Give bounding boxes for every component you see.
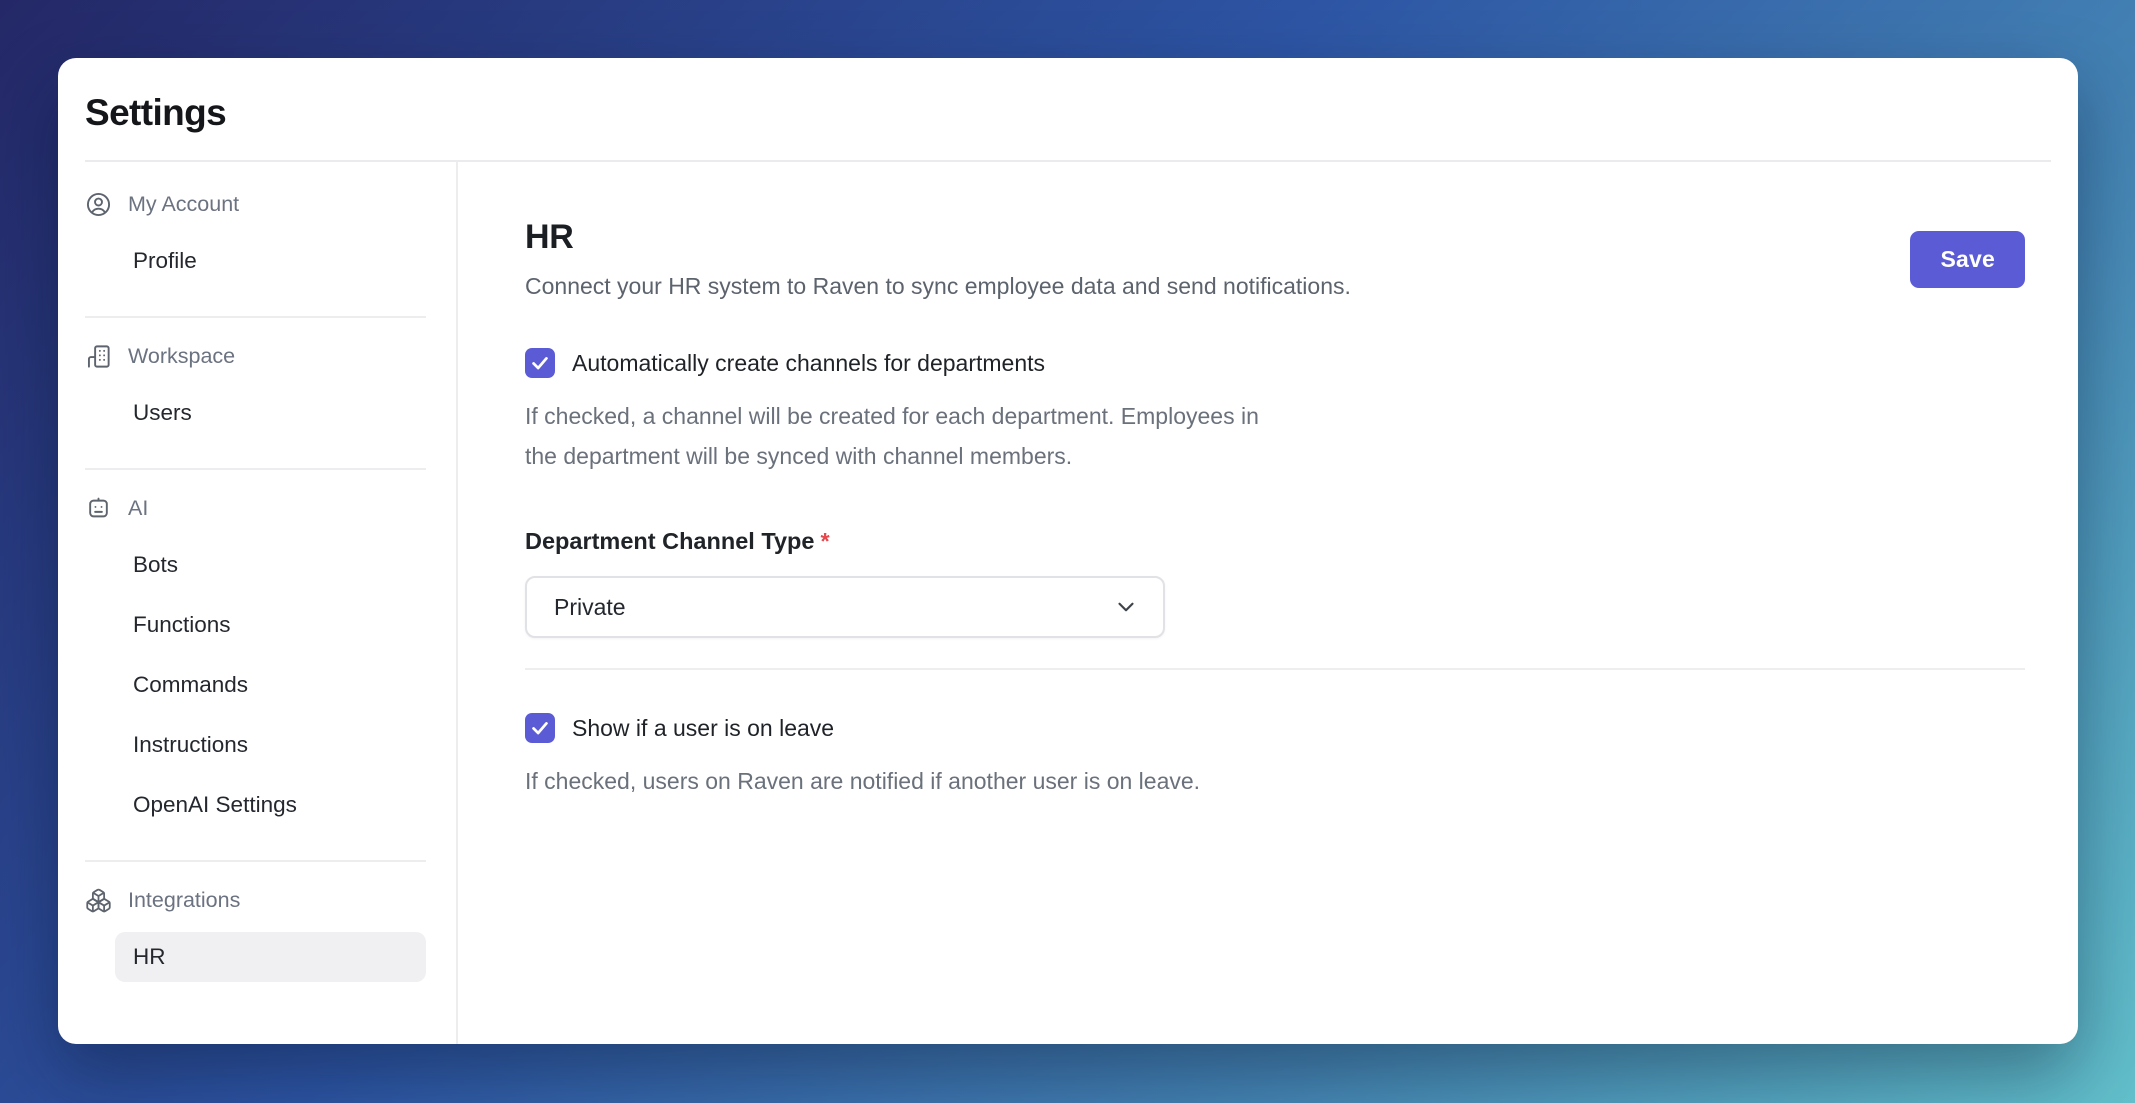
department-channel-type-select[interactable]: Private (525, 576, 1165, 638)
checkbox-help-text: If checked, a channel will be created fo… (525, 396, 2025, 476)
sidebar-section-label: AI (128, 495, 149, 520)
sidebar-item-label: OpenAI Settings (133, 792, 297, 817)
checkbox-auto-create-channels[interactable]: Automatically create channels for depart… (525, 348, 1045, 378)
field-auto-create-channels: Automatically create channels for depart… (525, 348, 2025, 476)
settings-modal: Settings My Account Profile Workspace Us… (58, 58, 2078, 1044)
sidebar-item-instructions[interactable]: Instructions (115, 720, 426, 770)
save-button[interactable]: Save (1910, 231, 2025, 288)
sidebar-divider (85, 468, 426, 470)
checkbox-label: Show if a user is on leave (572, 714, 835, 741)
settings-content: HR Connect your HR system to Raven to sy… (458, 162, 2078, 1044)
desktop-background: Settings My Account Profile Workspace Us… (0, 0, 2135, 1103)
sidebar-section-label: Workspace (128, 343, 236, 368)
sidebar-section-ai: AI (85, 486, 426, 530)
sidebar-item-commands[interactable]: Commands (115, 660, 426, 710)
chevron-down-icon (1113, 594, 1139, 620)
sidebar-item-label: Profile (133, 248, 197, 273)
help-line: If checked, users on Raven are notified … (525, 768, 1201, 794)
help-line: If checked, a channel will be created fo… (525, 403, 1259, 429)
sidebar-item-openai-settings[interactable]: OpenAI Settings (115, 780, 426, 830)
content-divider (525, 668, 2025, 670)
sidebar-item-label: Functions (133, 612, 231, 637)
sidebar-section-workspace: Workspace (85, 334, 426, 378)
sidebar: My Account Profile Workspace Users AI Bo… (58, 162, 458, 1044)
building-icon (85, 343, 112, 370)
checkbox-checked-icon (525, 713, 555, 743)
boxes-icon (85, 887, 112, 914)
required-asterisk: * (820, 528, 830, 554)
sidebar-section-label: My Account (128, 191, 240, 216)
section-title: HR (525, 218, 574, 256)
select-field-label: Department Channel Type * (525, 528, 2025, 555)
select-value: Private (554, 593, 626, 620)
page-title: Settings (85, 92, 227, 133)
sidebar-item-label: Users (133, 400, 192, 425)
sidebar-item-functions[interactable]: Functions (115, 600, 426, 650)
sidebar-item-label: Instructions (133, 732, 249, 757)
sidebar-divider (85, 860, 426, 862)
section-description: Connect your HR system to Raven to sync … (525, 273, 1351, 299)
sidebar-item-label: Bots (133, 552, 179, 577)
help-line: the department will be synced with chann… (525, 443, 1073, 469)
select-field-label-text: Department Channel Type (525, 528, 815, 554)
sidebar-section-my-account: My Account (85, 182, 426, 226)
sidebar-item-bots[interactable]: Bots (115, 540, 426, 590)
checkbox-show-on-leave[interactable]: Show if a user is on leave (525, 713, 834, 743)
sidebar-item-label: HR (133, 944, 166, 969)
sidebar-item-profile[interactable]: Profile (115, 236, 426, 286)
bot-icon (85, 495, 112, 522)
sidebar-item-users[interactable]: Users (115, 388, 426, 438)
sidebar-item-hr[interactable]: HR (115, 932, 426, 982)
content-header: HR Connect your HR system to Raven to sy… (525, 218, 2025, 300)
sidebar-section-integrations: Integrations (85, 878, 426, 922)
content-header-text: HR Connect your HR system to Raven to sy… (525, 218, 1351, 300)
sidebar-item-label: Commands (133, 672, 249, 697)
settings-header: Settings (85, 58, 2051, 162)
checkbox-checked-icon (525, 348, 555, 378)
field-department-channel-type: Department Channel Type * Private (525, 528, 2025, 638)
user-circle-icon (85, 191, 112, 218)
checkbox-label: Automatically create channels for depart… (572, 349, 1046, 376)
checkbox-help-text: If checked, users on Raven are notified … (525, 761, 2025, 801)
field-show-on-leave: Show if a user is on leave If checked, u… (525, 713, 2025, 801)
sidebar-divider (85, 316, 426, 318)
sidebar-section-label: Integrations (128, 887, 241, 912)
